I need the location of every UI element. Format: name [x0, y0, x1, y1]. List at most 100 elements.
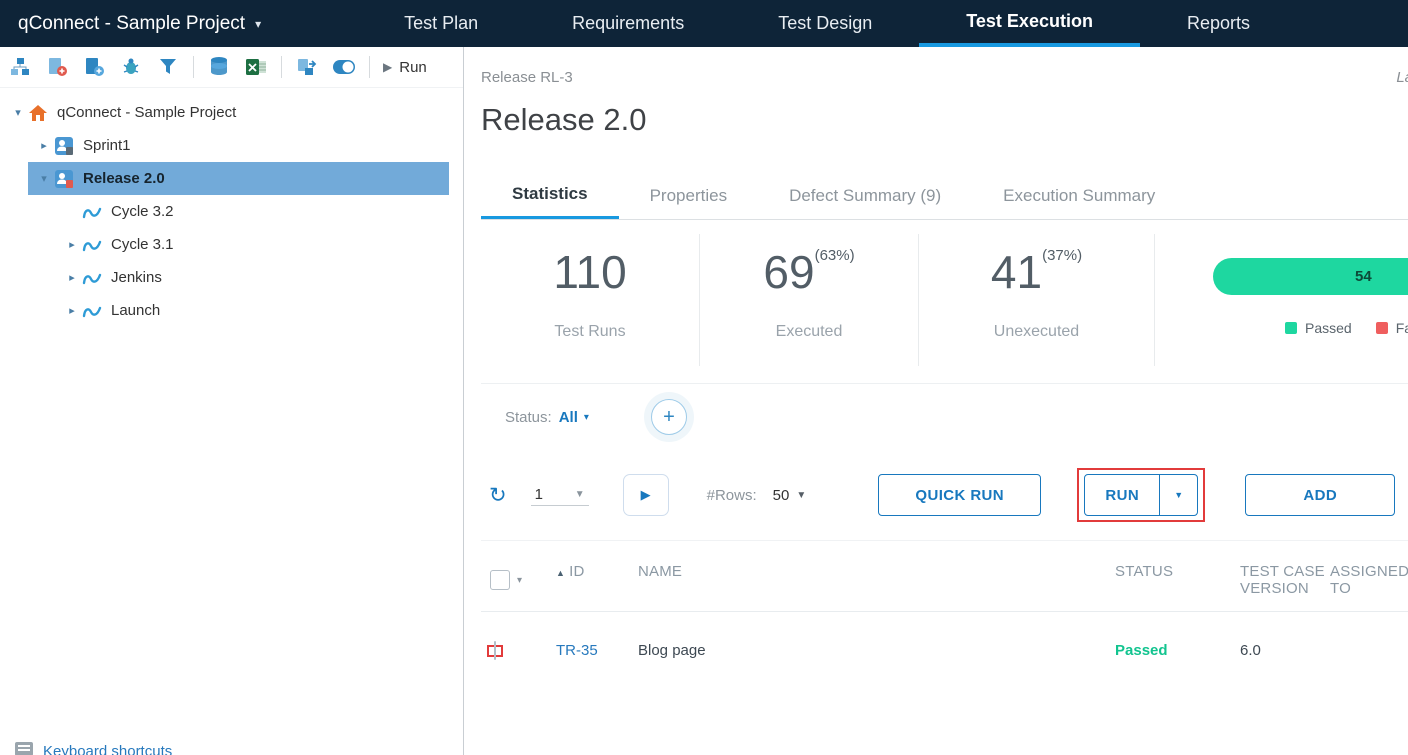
- row-checkbox[interactable]: [494, 641, 496, 660]
- tree-item-release-2-0[interactable]: ▾ Release 2.0: [28, 162, 449, 195]
- header-checkbox-cell: ▾: [490, 563, 556, 597]
- stat-executed: 69(63%) Executed: [700, 234, 919, 366]
- app-window: qConnect - Sample Project ▾ Test Plan Re…: [0, 0, 1408, 755]
- rows-per-page-select[interactable]: 50 ▼: [773, 487, 807, 504]
- detail-tabbar: Statistics Properties Defect Summary (9)…: [481, 172, 1408, 220]
- add-page-icon[interactable]: [82, 55, 106, 79]
- project-switcher[interactable]: qConnect - Sample Project ▾: [0, 0, 279, 47]
- add-requirement-icon[interactable]: [45, 55, 69, 79]
- tab-execution-summary[interactable]: Execution Summary: [972, 172, 1186, 219]
- cycle-icon: [82, 270, 102, 286]
- passed-progress-bar: 54: [1213, 258, 1408, 295]
- toggle-icon[interactable]: [332, 55, 356, 79]
- sidebar-footer: Keyboard shortcuts: [14, 741, 172, 755]
- passed-swatch-icon: [1285, 322, 1297, 334]
- export-share-icon[interactable]: [295, 55, 319, 79]
- cycle-icon: [82, 204, 102, 220]
- column-header-assigned-to[interactable]: ASSIGNED TO: [1330, 563, 1408, 597]
- nav-tab-requirements[interactable]: Requirements: [525, 0, 731, 47]
- tree-item-label: Sprint1: [83, 137, 131, 154]
- next-page-button[interactable]: ▶: [623, 474, 669, 516]
- test-run-id-link[interactable]: TR-35: [556, 642, 638, 659]
- quick-run-button[interactable]: QUICK RUN: [878, 474, 1041, 516]
- column-header-id[interactable]: ▲ID: [556, 563, 638, 597]
- sidebar: ▶ Run ▾ qConnect - Sample Project ▸ Spri…: [0, 47, 464, 755]
- run-button-annotation-box: RUN ▼: [1077, 468, 1205, 522]
- project-title: qConnect - Sample Project: [18, 13, 245, 35]
- caret-down-icon[interactable]: ▾: [8, 106, 28, 119]
- stat-label: Test Runs: [481, 323, 699, 341]
- refresh-icon[interactable]: ↻: [489, 485, 507, 506]
- tree-item-label: Cycle 3.2: [111, 203, 174, 220]
- bug-icon[interactable]: [119, 55, 143, 79]
- test-case-version: 6.0: [1240, 642, 1330, 659]
- sort-asc-icon: ▲: [556, 568, 565, 578]
- legend-passed: Passed: [1285, 320, 1352, 336]
- caret-right-icon[interactable]: ▸: [34, 139, 54, 152]
- database-icon[interactable]: [207, 55, 231, 79]
- tree-item-launch[interactable]: ▸ Launch: [0, 294, 449, 327]
- stat-unexecuted: 41(37%) Unexecuted: [919, 234, 1155, 366]
- tree-item-jenkins[interactable]: ▸ Jenkins: [0, 261, 449, 294]
- legend-label: Passed: [1305, 320, 1352, 336]
- add-button[interactable]: ADD: [1245, 474, 1395, 516]
- legend-failed: Fa: [1376, 320, 1408, 336]
- column-header-name[interactable]: NAME: [638, 563, 1115, 597]
- tab-properties[interactable]: Properties: [619, 172, 758, 219]
- test-suite-tree-icon[interactable]: [8, 55, 32, 79]
- stat-percent: (63%): [815, 247, 855, 264]
- tree-item-label: Jenkins: [111, 269, 162, 286]
- add-filter-button[interactable]: +: [651, 399, 687, 435]
- tree-item-label: qConnect - Sample Project: [57, 104, 236, 121]
- caret-right-icon[interactable]: ▸: [62, 238, 82, 251]
- select-all-checkbox[interactable]: [490, 570, 510, 590]
- chevron-down-icon[interactable]: ▾: [584, 412, 589, 423]
- run-dropdown-caret[interactable]: ▼: [1159, 475, 1197, 515]
- failed-swatch-icon: [1376, 322, 1388, 334]
- grid-toolbar: ↻ 1 ▼ ▶ #Rows: 50 ▼ QUICK RUN RUN ▼ ADD: [481, 450, 1408, 540]
- column-header-test-case-version[interactable]: TEST CASE VERSION: [1240, 563, 1330, 597]
- filter-icon[interactable]: [156, 55, 180, 79]
- play-icon: ▶: [641, 487, 651, 503]
- row-checkbox-cell: [490, 645, 556, 657]
- keyboard-shortcuts-link[interactable]: Keyboard shortcuts: [43, 743, 172, 755]
- caret-right-icon[interactable]: ▸: [62, 271, 82, 284]
- tree-item-label: Release 2.0: [83, 170, 165, 187]
- tree-item-cycle-3-2[interactable]: Cycle 3.2: [0, 195, 449, 228]
- run-button[interactable]: RUN: [1085, 475, 1159, 515]
- tree-item-cycle-3-1[interactable]: ▸ Cycle 3.1: [0, 228, 449, 261]
- stat-test-runs: 110 Test Runs: [481, 234, 700, 366]
- cycle-icon: [82, 303, 102, 319]
- status-filter-value[interactable]: All: [559, 409, 578, 426]
- status-filter-label: Status:: [505, 409, 552, 426]
- statistics-section: 110 Test Runs 69(63%) Executed 41(37%) U…: [481, 220, 1408, 384]
- run-tool-button[interactable]: ▶ Run: [383, 59, 427, 76]
- run-split-button[interactable]: RUN ▼: [1084, 474, 1198, 516]
- chevron-down-icon: ▼: [796, 490, 806, 501]
- tree-item-sprint1[interactable]: ▸ Sprint1: [0, 129, 449, 162]
- nav-tab-reports[interactable]: Reports: [1140, 0, 1297, 47]
- tab-defect-summary[interactable]: Defect Summary (9): [758, 172, 972, 219]
- caret-right-icon[interactable]: ▸: [62, 304, 82, 317]
- nav-tab-test-execution[interactable]: Test Execution: [919, 0, 1140, 47]
- tab-statistics[interactable]: Statistics: [481, 172, 619, 219]
- cycle-icon: [82, 237, 102, 253]
- caret-down-icon[interactable]: ▾: [34, 172, 54, 185]
- run-tool-label: Run: [399, 59, 427, 76]
- nav-tab-test-plan[interactable]: Test Plan: [357, 0, 525, 47]
- release-icon: [54, 169, 74, 189]
- project-tree: ▾ qConnect - Sample Project ▸ Sprint1 ▾ …: [0, 88, 463, 327]
- rows-per-page-label: #Rows:: [707, 487, 757, 504]
- nav-tab-test-design[interactable]: Test Design: [731, 0, 919, 47]
- main-content: Release RL-3 La Release 2.0 Statistics P…: [481, 47, 1408, 755]
- excel-export-icon[interactable]: [244, 55, 268, 79]
- breadcrumb: Release RL-3: [481, 69, 1408, 86]
- column-header-status[interactable]: STATUS: [1115, 563, 1240, 597]
- table-row[interactable]: TR-35 Blog page Passed 6.0: [481, 611, 1408, 689]
- selection-dropdown-icon[interactable]: ▾: [517, 575, 522, 586]
- tree-item-project-root[interactable]: ▾ qConnect - Sample Project: [0, 96, 449, 129]
- test-run-name: Blog page: [638, 642, 1115, 659]
- page-number-select[interactable]: 1 ▼: [531, 484, 589, 506]
- status-filter-row: Status: All ▾ +: [481, 384, 1408, 450]
- legend-label: Fa: [1396, 320, 1408, 336]
